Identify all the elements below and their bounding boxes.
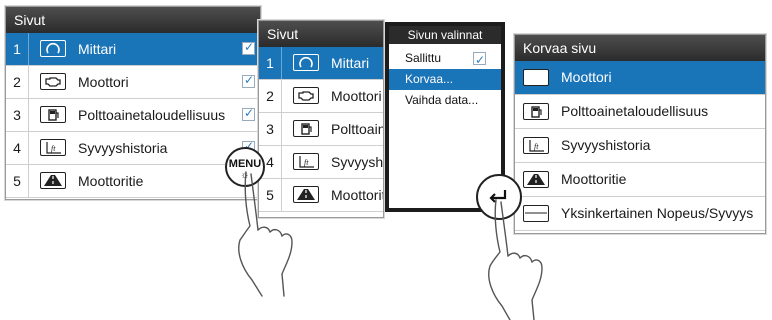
checkmark-icon: ✓	[244, 40, 255, 54]
menu-button-label: MENU	[228, 158, 262, 170]
svg-text:ft: ft	[51, 144, 56, 153]
page-row-engine[interactable]: 2 Moottori	[259, 80, 383, 113]
gauge-icon	[40, 40, 66, 57]
menu-item-label: Vaihda data...	[405, 93, 479, 107]
enabled-checkbox[interactable]: ✓	[242, 106, 255, 121]
panel-title: Sivut	[6, 7, 260, 33]
row-label: Moottori	[78, 74, 129, 90]
replace-row-engine[interactable]: Moottori	[515, 61, 765, 95]
fuel-icon	[40, 106, 66, 123]
menu-item-label: Korvaa...	[405, 72, 454, 86]
depth-history-icon: ft	[523, 137, 549, 154]
menu-item-replace[interactable]: Korvaa...	[389, 69, 501, 90]
replace-row-depth-history[interactable]: ft Syvyyshistoria	[515, 129, 765, 163]
row-label: Syvyyshistoria	[78, 140, 168, 156]
menu-title: Sivun valinnat	[389, 26, 501, 44]
page-row-gauge[interactable]: 1 Mittari ✓	[6, 33, 260, 66]
row-number: 5	[6, 165, 29, 197]
engine-icon	[40, 73, 66, 90]
row-label: Moottoritie	[561, 171, 627, 187]
row-number: 5	[259, 179, 282, 211]
row-label: Moottori	[331, 88, 382, 104]
menu-item-change-data[interactable]: Vaihda data...	[389, 90, 501, 111]
enter-icon	[489, 190, 507, 203]
engine-icon	[523, 69, 549, 86]
fuel-icon	[523, 103, 549, 120]
row-label: Syvyyshistoria	[331, 154, 384, 170]
pages-panel-1: Sivut 1 Mittari ✓ 2 Moottori ✓ 3 Polttoa…	[5, 6, 261, 200]
row-label: Polttoainetaloudellisuus	[561, 103, 709, 119]
row-label: Yksinkertainen Nopeus/Syvyys	[561, 205, 754, 221]
page-row-fuel[interactable]: 3 Polttoainetaloudellisuus ✓	[6, 99, 260, 132]
enabled-checkbox[interactable]: ✓	[242, 73, 255, 88]
checkmark-icon: ✓	[244, 106, 255, 120]
replace-row-fuel[interactable]: Polttoainetaloudellisuus	[515, 95, 765, 129]
page-row-highway[interactable]: 5 Moottoritie	[259, 179, 383, 212]
row-number: 1	[259, 47, 282, 79]
row-label: Moottoritie	[78, 173, 144, 189]
panel-title: Korvaa sivu	[515, 35, 765, 61]
depth-history-icon: ft	[40, 139, 66, 156]
menu-item-label: Sallittu	[405, 51, 442, 65]
row-label: Polttoainetaloudellisuus	[78, 107, 226, 123]
row-label: Syvyyshistoria	[561, 137, 651, 153]
panel-title: Sivut	[259, 21, 383, 47]
checkmark-icon: ✓	[244, 73, 255, 87]
row-number: 1	[6, 33, 29, 65]
highway-icon	[293, 186, 319, 203]
row-label: Moottoritie	[331, 187, 383, 203]
row-label: Polttoainetaloudellisuus	[331, 121, 384, 137]
svg-text:ft: ft	[534, 142, 539, 151]
replace-row-speed-depth[interactable]: Yksinkertainen Nopeus/Syvyys	[515, 197, 765, 231]
speed-depth-icon	[523, 205, 549, 222]
fuel-icon	[293, 120, 319, 137]
replace-page-panel: Korvaa sivu Moottori Polttoainetaloudell…	[514, 34, 766, 234]
enter-button[interactable]	[476, 174, 522, 220]
menu-button[interactable]: MENU ☼	[225, 147, 265, 187]
row-number: 2	[6, 66, 29, 98]
page-row-depth-history[interactable]: 4 ft Syvyyshistoria ✓	[6, 132, 260, 165]
page-row-fuel[interactable]: 3 Polttoainetaloudellisuus	[259, 113, 383, 146]
enabled-checkbox[interactable]: ✓	[473, 52, 486, 67]
page-row-depth-history[interactable]: 4 ft Syvyyshistoria	[259, 146, 383, 179]
gauge-icon	[293, 54, 319, 71]
row-number: 4	[6, 132, 29, 164]
page-row-engine[interactable]: 2 Moottori ✓	[6, 66, 260, 99]
page-row-gauge[interactable]: 1 Mittari	[259, 47, 383, 80]
row-number: 3	[259, 113, 282, 145]
replace-row-highway[interactable]: Moottoritie	[515, 163, 765, 197]
row-label: Moottori	[561, 69, 612, 85]
depth-history-icon: ft	[293, 153, 319, 170]
row-label: Mittari	[78, 41, 117, 57]
highway-icon	[40, 172, 66, 189]
sun-icon: ☼	[240, 170, 250, 181]
row-number: 3	[6, 99, 29, 131]
engine-icon	[293, 87, 319, 104]
page-row-highway[interactable]: 5 Moottoritie	[6, 165, 260, 198]
row-number: 2	[259, 80, 282, 112]
highway-icon	[523, 171, 549, 188]
enabled-checkbox[interactable]: ✓	[242, 40, 255, 55]
row-label: Mittari	[331, 55, 370, 71]
svg-text:ft: ft	[304, 158, 309, 167]
checkmark-icon: ✓	[475, 53, 486, 67]
pages-panel-2: Sivut 1 Mittari 2 Moottori 3 Polttoainet…	[258, 20, 384, 218]
menu-item-enabled[interactable]: Sallittu ✓	[389, 48, 501, 69]
